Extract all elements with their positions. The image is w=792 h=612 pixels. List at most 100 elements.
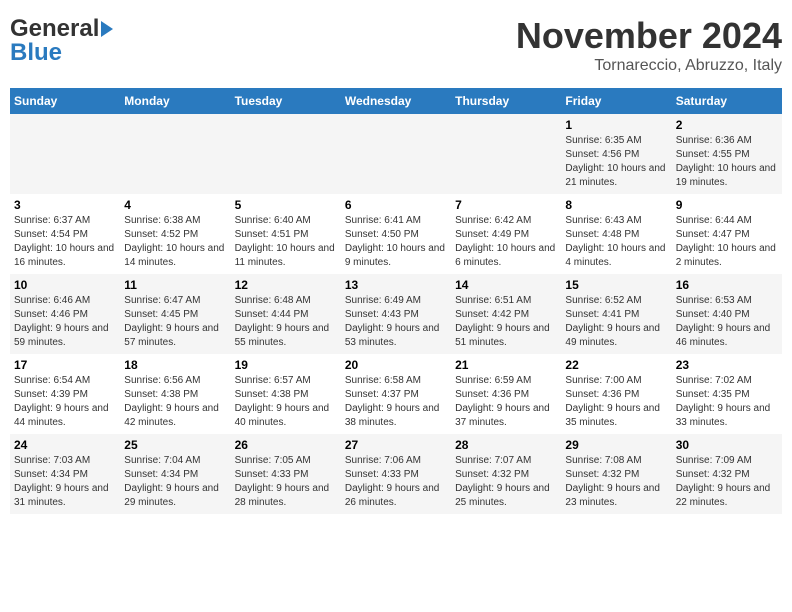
day-info: Sunrise: 6:56 AM Sunset: 4:38 PM Dayligh… bbox=[124, 374, 226, 430]
day-info: Sunrise: 7:03 AM Sunset: 4:34 PM Dayligh… bbox=[14, 454, 116, 510]
day-number: 4 bbox=[124, 198, 226, 212]
day-number: 10 bbox=[14, 278, 116, 292]
day-number: 19 bbox=[235, 358, 337, 372]
calendar-week-row: 24 Sunrise: 7:03 AM Sunset: 4:34 PM Dayli… bbox=[10, 434, 782, 514]
calendar-cell: 7 Sunrise: 6:42 AM Sunset: 4:49 PM Daylig… bbox=[451, 194, 561, 274]
day-number: 21 bbox=[455, 358, 557, 372]
day-info: Sunrise: 6:43 AM Sunset: 4:48 PM Dayligh… bbox=[565, 214, 667, 270]
calendar-cell: 19 Sunrise: 6:57 AM Sunset: 4:38 PM Dayli… bbox=[231, 354, 341, 434]
day-number: 8 bbox=[565, 198, 667, 212]
day-info: Sunrise: 6:36 AM Sunset: 4:55 PM Dayligh… bbox=[676, 134, 778, 190]
day-number: 7 bbox=[455, 198, 557, 212]
calendar-cell bbox=[10, 114, 120, 194]
header-tuesday: Tuesday bbox=[231, 88, 341, 114]
calendar-cell: 12 Sunrise: 6:48 AM Sunset: 4:44 PM Dayli… bbox=[231, 274, 341, 354]
day-number: 17 bbox=[14, 358, 116, 372]
calendar-cell: 28Sunrise: 7:07 AM Sunset: 4:32 PM Dayli… bbox=[451, 434, 561, 514]
calendar-cell: 20 Sunrise: 6:58 AM Sunset: 4:37 PM Dayli… bbox=[341, 354, 451, 434]
day-number: 24 bbox=[14, 438, 116, 452]
day-info: Sunrise: 6:42 AM Sunset: 4:49 PM Dayligh… bbox=[455, 214, 557, 270]
day-info: Sunrise: 6:52 AM Sunset: 4:41 PM Dayligh… bbox=[565, 294, 667, 350]
calendar-cell: 27 Sunrise: 7:06 AM Sunset: 4:33 PM Dayli… bbox=[341, 434, 451, 514]
calendar-cell bbox=[341, 114, 451, 194]
day-number: 2 bbox=[676, 118, 778, 132]
calendar-cell: 22 Sunrise: 7:00 AM Sunset: 4:36 PM Dayli… bbox=[561, 354, 671, 434]
day-info: Sunrise: 7:05 AM Sunset: 4:33 PM Dayligh… bbox=[235, 454, 337, 510]
day-info: Sunrise: 7:09 AM Sunset: 4:32 PM Dayligh… bbox=[676, 454, 778, 510]
day-number: 30 bbox=[676, 438, 778, 452]
day-info: Sunrise: 6:38 AM Sunset: 4:52 PM Dayligh… bbox=[124, 214, 226, 270]
calendar-cell: 26 Sunrise: 7:05 AM Sunset: 4:33 PM Dayli… bbox=[231, 434, 341, 514]
calendar-week-row: 3 Sunrise: 6:37 AM Sunset: 4:54 PM Daylig… bbox=[10, 194, 782, 274]
calendar-cell: 17Sunrise: 6:54 AM Sunset: 4:39 PM Dayli… bbox=[10, 354, 120, 434]
day-number: 13 bbox=[345, 278, 447, 292]
calendar-cell bbox=[120, 114, 230, 194]
calendar-header-row: SundayMondayTuesdayWednesdayThursdayFrid… bbox=[10, 88, 782, 114]
calendar-cell: 4 Sunrise: 6:38 AM Sunset: 4:52 PM Daylig… bbox=[120, 194, 230, 274]
day-number: 9 bbox=[676, 198, 778, 212]
calendar-table: SundayMondayTuesdayWednesdayThursdayFrid… bbox=[10, 88, 782, 514]
day-info: Sunrise: 6:53 AM Sunset: 4:40 PM Dayligh… bbox=[676, 294, 778, 350]
day-number: 27 bbox=[345, 438, 447, 452]
calendar-cell: 8 Sunrise: 6:43 AM Sunset: 4:48 PM Daylig… bbox=[561, 194, 671, 274]
calendar-cell: 18 Sunrise: 6:56 AM Sunset: 4:38 PM Dayli… bbox=[120, 354, 230, 434]
day-number: 23 bbox=[676, 358, 778, 372]
day-info: Sunrise: 6:37 AM Sunset: 4:54 PM Dayligh… bbox=[14, 214, 116, 270]
title-area: November 2024 Tornareccio, Abruzzo, Ital… bbox=[516, 15, 782, 75]
calendar-cell: 29Sunrise: 7:08 AM Sunset: 4:32 PM Dayli… bbox=[561, 434, 671, 514]
calendar-cell: 14 Sunrise: 6:51 AM Sunset: 4:42 PM Dayli… bbox=[451, 274, 561, 354]
calendar-cell: 30 Sunrise: 7:09 AM Sunset: 4:32 PM Dayli… bbox=[672, 434, 782, 514]
day-number: 20 bbox=[345, 358, 447, 372]
day-info: Sunrise: 7:02 AM Sunset: 4:35 PM Dayligh… bbox=[676, 374, 778, 430]
day-number: 16 bbox=[676, 278, 778, 292]
month-title: November 2024 bbox=[516, 15, 782, 57]
header-saturday: Saturday bbox=[672, 88, 782, 114]
day-number: 11 bbox=[124, 278, 226, 292]
header: General Blue November 2024 Tornareccio, … bbox=[10, 10, 782, 80]
day-number: 15 bbox=[565, 278, 667, 292]
day-info: Sunrise: 6:48 AM Sunset: 4:44 PM Dayligh… bbox=[235, 294, 337, 350]
day-info: Sunrise: 6:49 AM Sunset: 4:43 PM Dayligh… bbox=[345, 294, 447, 350]
day-info: Sunrise: 6:46 AM Sunset: 4:46 PM Dayligh… bbox=[14, 294, 116, 350]
calendar-week-row: 1Sunrise: 6:35 AM Sunset: 4:56 PM Daylig… bbox=[10, 114, 782, 194]
location-title: Tornareccio, Abruzzo, Italy bbox=[516, 57, 782, 75]
calendar-week-row: 10 Sunrise: 6:46 AM Sunset: 4:46 PM Dayli… bbox=[10, 274, 782, 354]
day-info: Sunrise: 7:08 AM Sunset: 4:32 PM Dayligh… bbox=[565, 454, 667, 510]
calendar-cell bbox=[231, 114, 341, 194]
day-number: 12 bbox=[235, 278, 337, 292]
day-number: 22 bbox=[565, 358, 667, 372]
header-thursday: Thursday bbox=[451, 88, 561, 114]
calendar-cell: 23 Sunrise: 7:02 AM Sunset: 4:35 PM Dayli… bbox=[672, 354, 782, 434]
day-info: Sunrise: 6:58 AM Sunset: 4:37 PM Dayligh… bbox=[345, 374, 447, 430]
day-info: Sunrise: 6:57 AM Sunset: 4:38 PM Dayligh… bbox=[235, 374, 337, 430]
day-info: Sunrise: 7:06 AM Sunset: 4:33 PM Dayligh… bbox=[345, 454, 447, 510]
day-info: Sunrise: 6:59 AM Sunset: 4:36 PM Dayligh… bbox=[455, 374, 557, 430]
day-number: 25 bbox=[124, 438, 226, 452]
day-info: Sunrise: 6:40 AM Sunset: 4:51 PM Dayligh… bbox=[235, 214, 337, 270]
header-wednesday: Wednesday bbox=[341, 88, 451, 114]
header-friday: Friday bbox=[561, 88, 671, 114]
calendar-cell: 24 Sunrise: 7:03 AM Sunset: 4:34 PM Dayli… bbox=[10, 434, 120, 514]
logo-arrow-icon bbox=[101, 21, 113, 37]
day-info: Sunrise: 7:04 AM Sunset: 4:34 PM Dayligh… bbox=[124, 454, 226, 510]
day-number: 14 bbox=[455, 278, 557, 292]
calendar-cell: 9 Sunrise: 6:44 AM Sunset: 4:47 PM Daylig… bbox=[672, 194, 782, 274]
calendar-cell: 21 Sunrise: 6:59 AM Sunset: 4:36 PM Dayli… bbox=[451, 354, 561, 434]
calendar-cell: 6 Sunrise: 6:41 AM Sunset: 4:50 PM Daylig… bbox=[341, 194, 451, 274]
day-number: 3 bbox=[14, 198, 116, 212]
day-number: 28 bbox=[455, 438, 557, 452]
header-sunday: Sunday bbox=[10, 88, 120, 114]
day-number: 5 bbox=[235, 198, 337, 212]
calendar-cell bbox=[451, 114, 561, 194]
day-info: Sunrise: 7:00 AM Sunset: 4:36 PM Dayligh… bbox=[565, 374, 667, 430]
calendar-cell: 11Sunrise: 6:47 AM Sunset: 4:45 PM Dayli… bbox=[120, 274, 230, 354]
logo-blue: Blue bbox=[10, 39, 62, 67]
day-number: 18 bbox=[124, 358, 226, 372]
day-info: Sunrise: 6:35 AM Sunset: 4:56 PM Dayligh… bbox=[565, 134, 667, 190]
calendar-cell: 15 Sunrise: 6:52 AM Sunset: 4:41 PM Dayli… bbox=[561, 274, 671, 354]
day-number: 6 bbox=[345, 198, 447, 212]
day-info: Sunrise: 6:41 AM Sunset: 4:50 PM Dayligh… bbox=[345, 214, 447, 270]
day-info: Sunrise: 6:51 AM Sunset: 4:42 PM Dayligh… bbox=[455, 294, 557, 350]
day-info: Sunrise: 6:44 AM Sunset: 4:47 PM Dayligh… bbox=[676, 214, 778, 270]
day-number: 26 bbox=[235, 438, 337, 452]
